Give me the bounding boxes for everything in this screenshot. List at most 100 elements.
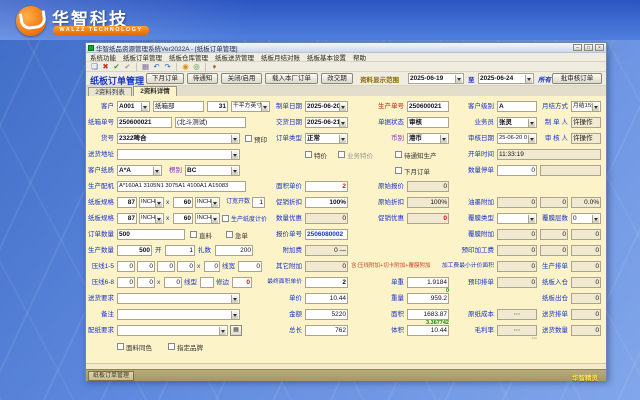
surcharge-field: 0 — <box>305 245 348 256</box>
spec2-width-field[interactable]: 87 <box>117 213 137 224</box>
close-enable-button[interactable]: 关闭/启用 <box>221 73 262 84</box>
spec1-height-field[interactable]: 60 <box>173 197 193 208</box>
straight-material-checkbox[interactable]: 直料 <box>190 229 212 240</box>
margin-label: 毛利率 <box>430 325 494 336</box>
paper-quality-combo[interactable]: A*A <box>117 165 162 176</box>
crease15-field-2[interactable]: 0 <box>137 261 155 272</box>
maximize-button[interactable]: □ <box>584 44 593 51</box>
crease15-field-1[interactable]: 0 <box>117 261 135 272</box>
biz-special-price-checkbox[interactable]: 业务特价 <box>338 149 373 160</box>
taskbar-tab-order[interactable]: 纸板订单管理 <box>88 371 134 381</box>
customer-combo[interactable]: A001 <box>117 101 150 112</box>
line-type-field[interactable] <box>200 277 214 288</box>
film-addon-field-1: 0 <box>497 229 537 240</box>
amount-field[interactable]: 5220 <box>305 309 348 320</box>
crease15-field-3[interactable]: 0 <box>157 261 175 272</box>
save-icon[interactable]: ✔ <box>122 62 133 72</box>
spec2-unit1-combo[interactable]: INCH <box>139 213 164 224</box>
qty-stop-field[interactable]: 0 <box>497 165 537 176</box>
final-area-price-field[interactable]: 2 <box>305 277 348 288</box>
tab-data-detail[interactable]: 2资料详情 <box>133 86 177 96</box>
all-link[interactable]: 所有 <box>538 74 551 84</box>
total-len-field[interactable]: 762 <box>305 325 348 336</box>
remark-combo[interactable] <box>117 309 240 320</box>
item-no-combo[interactable]: 2322啤合 <box>117 133 240 144</box>
image-icon[interactable]: ▦ <box>140 62 151 72</box>
minimize-button[interactable]: – <box>573 44 582 51</box>
batch-audit-button[interactable]: 批审核订单 <box>552 73 602 84</box>
assistant-label[interactable]: 华智精灵 <box>572 372 598 382</box>
date-from-combo[interactable]: 2025-06-19 <box>408 73 464 84</box>
auditor-label: 审 核 人 <box>520 133 568 144</box>
orig-quote-field: 0 <box>407 181 449 192</box>
next-month-order-button[interactable]: 下月订单 <box>146 73 184 84</box>
unit-qty-field[interactable]: 31 <box>207 101 228 112</box>
quote-no-field[interactable]: 2506080002 <box>305 229 348 240</box>
spec2-unit2-combo[interactable]: INCH <box>195 213 220 224</box>
pending-notify-button[interactable]: 待通知 <box>187 73 218 84</box>
new-icon[interactable]: ❏ <box>89 62 100 72</box>
board-out-label: 纸板出仓 <box>520 293 568 304</box>
order-qty-field[interactable]: 500 <box>117 229 185 240</box>
load-factory-order-button[interactable]: 载入本厂订单 <box>265 73 318 84</box>
next-month-order-checkbox[interactable]: 下月订单 <box>395 165 430 176</box>
prod-qty-field[interactable]: 500 <box>117 245 152 256</box>
crease15-field-5[interactable]: 0 <box>204 261 220 272</box>
crease68-field-2[interactable]: 0 <box>137 277 155 288</box>
web-icon[interactable]: ◎ <box>191 62 202 72</box>
deliver-addr-combo[interactable] <box>117 149 240 160</box>
globe-icon[interactable]: ◉ <box>180 62 191 72</box>
brand-checkbox[interactable]: 指定品牌 <box>168 341 203 352</box>
unit-price-field[interactable]: 10.44 <box>305 293 348 304</box>
weight-field[interactable]: 959.2 <box>407 293 449 304</box>
special-price-checkbox[interactable]: 特价 <box>305 149 327 160</box>
dept-field[interactable]: 纸箱部 <box>153 101 204 112</box>
flute-combo[interactable]: BC <box>185 165 240 176</box>
undo-icon[interactable]: ↶ <box>151 62 162 72</box>
delete-icon[interactable]: ✖ <box>100 62 111 72</box>
menu-help[interactable]: 帮助 <box>353 52 366 62</box>
menu-board-delivery[interactable]: 纸板送货管理 <box>215 52 254 62</box>
deliver-date-combo[interactable]: 2025-06-21 <box>305 117 348 128</box>
exit-icon[interactable]: ➧ <box>209 62 220 72</box>
film-layers-combo[interactable]: 0 <box>571 213 601 224</box>
confirm-icon[interactable]: ✔ <box>111 62 122 72</box>
change-due-date-button[interactable]: 改交期 <box>321 73 353 84</box>
qty-discount-field: 0 <box>305 213 348 224</box>
spec1-width-field[interactable]: 87 <box>117 197 137 208</box>
paper-req-combo[interactable] <box>117 325 228 336</box>
menu-board-reconcile[interactable]: 纸板月结对账 <box>261 52 300 62</box>
crease68-field-3[interactable]: 0 <box>164 277 182 288</box>
date-to-combo[interactable]: 2025-06-24 <box>478 73 534 84</box>
order-type-combo[interactable]: 正常 <box>305 133 348 144</box>
machine-field[interactable]: A*160A1 3105N1 3075A1 4100A1 A15083 <box>117 181 246 192</box>
same-color-checkbox[interactable]: 面料同色 <box>117 341 152 352</box>
deliver-req-combo[interactable] <box>117 293 240 304</box>
area-price-field[interactable]: 2 <box>305 181 348 192</box>
chevron-down-icon <box>231 295 238 303</box>
menu-system[interactable]: 系统功能 <box>90 52 116 62</box>
promo-discount-field[interactable]: 100% <box>305 197 348 208</box>
crease68-field-1[interactable]: 0 <box>117 277 135 288</box>
crease15-field-4[interactable]: 0 <box>177 261 195 272</box>
close-button[interactable]: × <box>595 44 604 51</box>
spec1-unit2-combo[interactable]: INCH <box>195 197 220 208</box>
tab-data-list[interactable]: 2资料列表 <box>88 87 132 96</box>
kai-field[interactable]: 1 <box>165 245 195 256</box>
redo-icon[interactable]: ↷ <box>162 62 173 72</box>
order-qty-label: 订单数量 <box>86 229 114 240</box>
paper-req-grid-button[interactable]: ▦ <box>230 325 242 336</box>
trim-field[interactable]: 0 <box>232 277 252 288</box>
tool-bar: ❏ ✖ ✔ ✔ ▦ ↶ ↷ ◉ ◎ ➧ <box>86 62 606 72</box>
menu-board-order[interactable]: 纸板订单管理 <box>123 52 162 62</box>
box-no-field[interactable]: 250600021 <box>117 117 172 128</box>
menu-board-warehouse[interactable]: 纸板仓库管理 <box>169 52 208 62</box>
box-no-extra-field[interactable]: (北斗测试) <box>175 117 246 128</box>
spec2-x-label: x <box>166 213 172 224</box>
qty-discount-label: 数量优惠 <box>244 213 302 224</box>
spec1-unit1-combo[interactable]: INCH <box>139 197 164 208</box>
menu-board-settings[interactable]: 纸板基本设置 <box>307 52 346 62</box>
spec2-height-field[interactable]: 60 <box>173 213 193 224</box>
settle-combo[interactable]: 月结15天 <box>571 101 601 112</box>
make-date-combo[interactable]: 2025-06-20 <box>305 101 348 112</box>
